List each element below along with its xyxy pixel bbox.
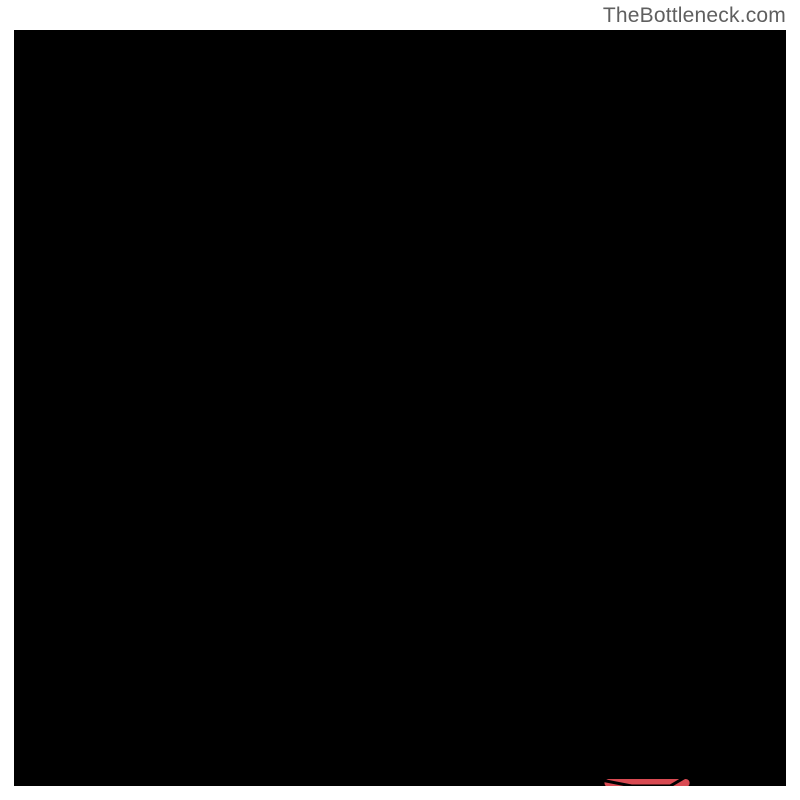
chart-gradient-background bbox=[14, 30, 786, 786]
bottleneck-chart bbox=[14, 30, 786, 786]
attribution-text: TheBottleneck.com bbox=[603, 4, 786, 28]
